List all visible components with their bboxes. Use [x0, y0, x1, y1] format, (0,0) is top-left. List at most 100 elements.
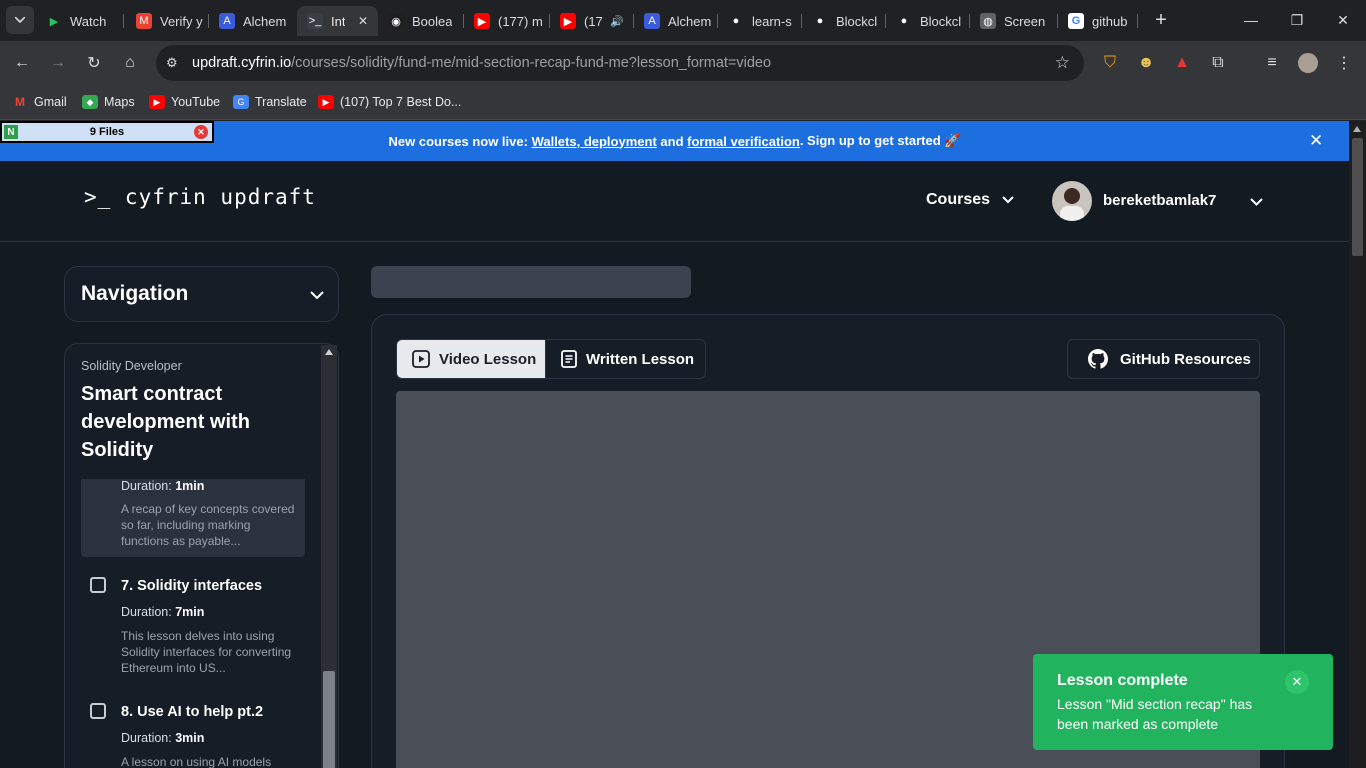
youtube-icon: ▶ — [318, 95, 334, 109]
lesson-description: A recap of key concepts covered so far, … — [121, 502, 295, 548]
banner-close-icon[interactable]: ✕ — [1309, 131, 1323, 151]
courses-label: Courses — [926, 191, 991, 208]
current-lesson-item[interactable]: Duration: 1min A recap of key concepts c… — [81, 479, 305, 557]
tab-search-button[interactable] — [6, 6, 34, 34]
avatar[interactable] — [1052, 181, 1092, 221]
media-controls-button[interactable]: ≡ — [1258, 49, 1286, 77]
bookmarks-bar: M Gmail ◆ Maps ▶ YouTube G Translate ▶ (107) … — [0, 85, 1366, 120]
files-close-icon[interactable]: ✕ — [194, 125, 208, 139]
chevron-down-icon — [15, 17, 25, 23]
browser-menu-button[interactable]: ⋮ — [1330, 49, 1358, 77]
home-icon: ⌂ — [125, 54, 135, 71]
profile-button[interactable] — [1294, 49, 1322, 77]
sidebar-scrollbar[interactable] — [321, 345, 337, 768]
browser-tab[interactable]: ▶ (17 🔊 — [550, 6, 634, 36]
tab-separator — [123, 14, 124, 28]
user-menu-chevron-icon[interactable] — [1250, 198, 1263, 206]
username[interactable]: bereketbamlak7 — [1103, 192, 1216, 209]
bookmark-youtube[interactable]: ▶ YouTube — [149, 92, 220, 112]
forward-button[interactable]: → — [44, 49, 72, 77]
page-scrollbar[interactable] — [1349, 121, 1366, 768]
scroll-up-icon[interactable] — [1353, 126, 1361, 132]
youtube-icon: ▶ — [149, 95, 165, 109]
sidebar-scroll-thumb[interactable] — [323, 671, 335, 768]
tab-title: Blockcl — [920, 13, 962, 29]
close-window-button[interactable]: ✕ — [1328, 8, 1358, 32]
youtube-icon: ▶ — [560, 13, 576, 29]
new-tab-button[interactable]: + — [1147, 6, 1175, 34]
lesson-checkbox[interactable] — [90, 577, 106, 593]
site-info-icon[interactable]: ⚙ — [166, 55, 178, 71]
alchemy-icon: A — [219, 13, 235, 29]
github-icon: ● — [812, 13, 828, 29]
tab-video-lesson[interactable]: Video Lesson — [396, 339, 546, 379]
document-icon — [561, 350, 577, 368]
browser-tab[interactable]: ▶ Watch — [36, 6, 124, 36]
back-button[interactable]: ← — [8, 49, 36, 77]
bookmark-translate[interactable]: G Translate — [233, 92, 307, 112]
minimize-icon: — — [1244, 12, 1258, 28]
brave-extension-button[interactable]: ⛉ — [1096, 49, 1124, 77]
banner-link-formal-verification[interactable]: formal verification — [687, 134, 800, 149]
github-resources-button[interactable]: GitHub Resources — [1067, 339, 1260, 379]
extension-button[interactable]: ☻ — [1132, 49, 1160, 77]
tab-written-lesson[interactable]: Written Lesson — [545, 339, 706, 379]
toast-close-button[interactable]: ✕ — [1285, 670, 1309, 694]
home-button[interactable]: ⌂ — [116, 49, 144, 77]
bookmark-label: Translate — [255, 95, 307, 109]
toast-message: Lesson "Mid section recap" has been mark… — [1057, 696, 1253, 732]
lesson-duration: Duration: 7min — [121, 605, 205, 619]
browser-toolbar: ← → ↻ ⌂ ⚙ updraft.cyfrin.io/courses/soli… — [0, 41, 1366, 85]
list-item[interactable]: 7. Solidity interfaces Duration: 7min Th… — [81, 574, 305, 675]
cyfrin-updraft-logo[interactable]: >_ cyfrin updraft — [84, 185, 316, 209]
breadcrumb-placeholder — [371, 266, 691, 298]
close-icon: ✕ — [1337, 11, 1349, 28]
scroll-up-icon[interactable] — [325, 349, 333, 355]
tab-label: Video Lesson — [439, 350, 537, 368]
browser-tab[interactable]: ◍ Screen — [970, 6, 1058, 36]
fox-icon: ▲ — [1174, 54, 1190, 71]
browser-tab[interactable]: Ggithub — [1058, 6, 1138, 36]
star-icon[interactable]: ☆ — [1055, 53, 1070, 73]
files-widget[interactable]: N 9 Files ✕ — [0, 121, 214, 143]
courses-menu[interactable]: Courses — [926, 191, 1015, 209]
address-bar[interactable]: ⚙ updraft.cyfrin.io/courses/solidity/fun… — [156, 45, 1084, 81]
speaker-icon[interactable]: 🔊 — [610, 15, 624, 28]
extension-mascot-icon: ☻ — [1137, 54, 1155, 71]
reload-button[interactable]: ↻ — [80, 49, 108, 77]
banner-text: and — [656, 133, 688, 149]
github-resources-label: GitHub Resources — [1120, 350, 1251, 368]
browser-tab[interactable]: ● Blockcl — [802, 6, 886, 36]
browser-tab[interactable]: A Alchem — [209, 6, 297, 36]
minimize-button[interactable]: — — [1236, 8, 1266, 32]
browser-tab[interactable]: ▶ (177) m — [464, 6, 550, 36]
gmail-icon: M — [15, 95, 25, 109]
tab-title: Boolea — [412, 13, 453, 29]
bookmark-gmail[interactable]: M Gmail — [12, 92, 67, 112]
browser-tab[interactable]: M Verify y — [126, 6, 209, 36]
browser-tab[interactable]: >_ Int ✕ — [297, 6, 378, 36]
lesson-checkbox[interactable] — [90, 703, 106, 719]
browser-tab[interactable]: ● learn-s — [718, 6, 802, 36]
banner-text: . Sign up to get started 🚀 — [799, 133, 961, 148]
tab-title: (177) m — [498, 13, 543, 29]
list-item[interactable]: 8. Use AI to help pt.2 Duration: 3min A … — [81, 700, 305, 768]
github-icon — [1088, 349, 1108, 369]
metamask-extension-button[interactable]: ▲ — [1168, 49, 1196, 77]
browser-tab[interactable]: ● Blockcl — [886, 6, 970, 36]
restore-icon: ❐ — [1290, 11, 1304, 28]
bookmark-youtube-video[interactable]: ▶ (107) Top 7 Best Do... — [318, 92, 461, 112]
extensions-menu-button[interactable]: ⧉ — [1204, 49, 1232, 77]
navigation-dropdown[interactable]: Navigation — [64, 266, 339, 322]
browser-tab[interactable]: ◉ Boolea — [378, 6, 464, 36]
page-scroll-thumb[interactable] — [1352, 138, 1363, 256]
banner-link-wallets[interactable]: Wallets, deployment — [532, 134, 657, 149]
lesson-duration: Duration: 1min — [121, 479, 205, 493]
restore-button[interactable]: ❐ — [1282, 8, 1312, 32]
bookmark-maps[interactable]: ◆ Maps — [82, 92, 135, 112]
site-header: >_ cyfrin updraft Courses bereketbamlak7 — [0, 161, 1349, 242]
reload-icon: ↻ — [87, 55, 101, 72]
browser-tab[interactable]: A Alchem — [634, 6, 718, 36]
close-tab-icon[interactable]: ✕ — [358, 14, 368, 28]
cyfrin-icon: >_ — [307, 13, 323, 29]
